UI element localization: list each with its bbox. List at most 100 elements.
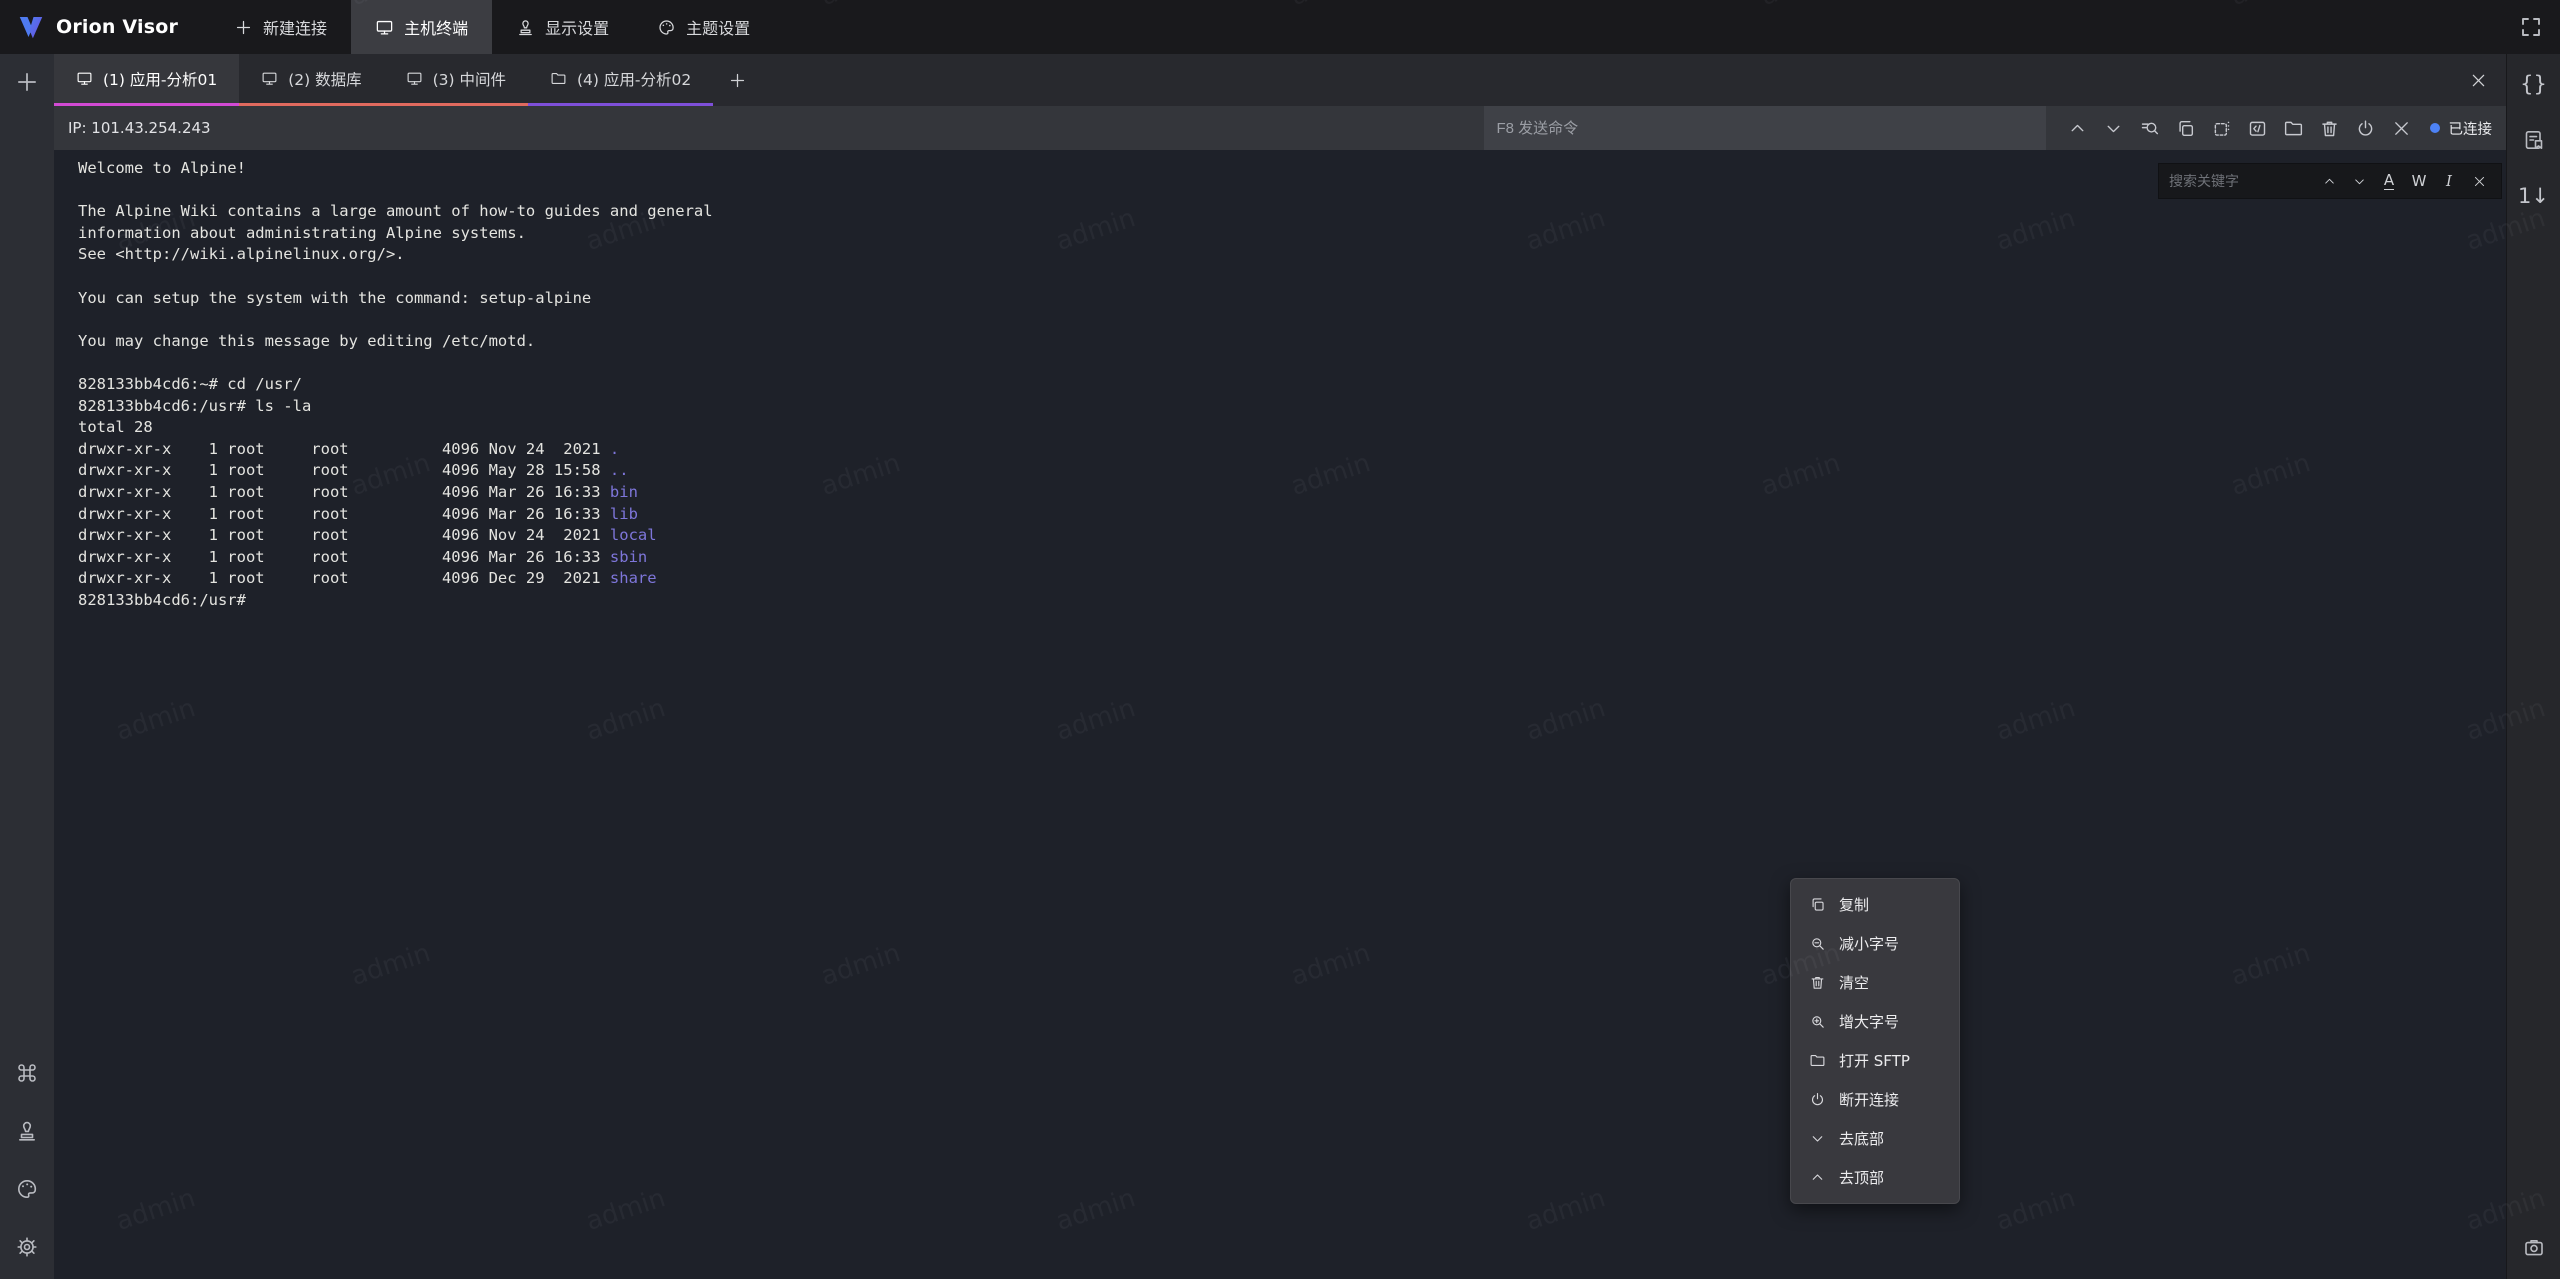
search-button[interactable]	[2132, 110, 2168, 146]
context-menu-item-4[interactable]: 打开 SFTP	[1791, 1041, 1959, 1080]
camera-icon	[2522, 1235, 2546, 1259]
context-menu-item-label: 复制	[1839, 894, 1869, 915]
copy-icon	[2175, 118, 2196, 139]
find-next-button[interactable]	[2347, 169, 2371, 193]
plus-icon	[234, 18, 253, 37]
paste-button[interactable]	[2204, 110, 2240, 146]
context-menu-item-label: 减小字号	[1839, 933, 1899, 954]
disconnect-button[interactable]	[2348, 110, 2384, 146]
menu-item-0[interactable]: 新建连接	[210, 0, 351, 54]
open-sftp-button[interactable]	[2276, 110, 2312, 146]
tab-2[interactable]: (3) 中间件	[384, 54, 528, 106]
fullscreen-icon[interactable]	[2519, 15, 2543, 39]
tab-bar: (1) 应用-分析01 (2) 数据库(3) 中间件 (4) 应用-分析02	[54, 54, 2506, 106]
terminal-context-menu: 复制减小字号清空增大字号打开 SFTP 断开连接去底部去顶部	[1790, 878, 1960, 1204]
match-case-button[interactable]: A	[2377, 169, 2401, 193]
settings-button[interactable]	[13, 1233, 41, 1261]
ip-address-label: IP: 101.43.254.243	[54, 119, 211, 137]
palette-icon	[15, 1177, 39, 1201]
search-lines-icon	[2139, 118, 2160, 139]
chevron-up-icon	[2067, 118, 2088, 139]
chevron-down-icon	[1809, 1130, 1826, 1147]
command-snippet-button[interactable]	[2240, 110, 2276, 146]
doc-bookmark-icon	[2522, 128, 2546, 152]
tab-label: (1) 应用-分析01	[103, 68, 217, 90]
close-all-tabs-button[interactable]	[2450, 54, 2506, 106]
chevron-up-icon	[2322, 174, 2337, 189]
terminal-area[interactable]: Welcome to Alpine! The Alpine Wiki conta…	[54, 150, 2506, 1279]
display-settings-button[interactable]	[13, 1117, 41, 1145]
tab-label: (4) 应用-分析02	[577, 68, 691, 90]
context-menu-item-2[interactable]: 清空	[1791, 963, 1959, 1002]
line-sort-icon: 1↓	[2518, 186, 2549, 207]
context-menu-item-label: 去底部	[1839, 1128, 1884, 1149]
folder-icon	[550, 70, 567, 87]
scroll-to-bottom-button[interactable]	[2096, 110, 2132, 146]
orion-visor-logo-icon	[16, 12, 46, 42]
braces-icon: {}	[2520, 74, 2547, 95]
main-menu: 新建连接主机终端 显示设置主题设置	[210, 0, 774, 54]
paste-icon	[2211, 118, 2232, 139]
clear-button[interactable]	[2312, 110, 2348, 146]
context-menu-item-label: 断开连接	[1839, 1089, 1899, 1110]
terminal-toolbar	[2046, 110, 2426, 146]
plus-icon	[14, 69, 40, 95]
monitor-icon	[76, 70, 93, 87]
right-sidebar: {} 1↓	[2506, 54, 2560, 1279]
app-title: Orion Visor	[56, 16, 178, 38]
power-icon	[2355, 118, 2376, 139]
chevron-down-icon	[2352, 174, 2367, 189]
scroll-to-top-button[interactable]	[2060, 110, 2096, 146]
chevron-down-icon	[2103, 118, 2124, 139]
find-prev-button[interactable]	[2317, 169, 2341, 193]
code-icon	[2247, 118, 2268, 139]
session-bookmark-button[interactable]	[2520, 126, 2548, 154]
send-command-input[interactable]	[1484, 106, 2046, 150]
menu-item-3[interactable]: 主题设置	[633, 0, 774, 54]
terminal-output: Welcome to Alpine! The Alpine Wiki conta…	[54, 150, 2506, 611]
menu-item-2[interactable]: 显示设置	[492, 0, 633, 54]
fullscreen-icon[interactable]	[2517, 13, 2545, 41]
connection-bar: IP: 101.43.254.243 已连接	[54, 106, 2506, 150]
context-menu-item-label: 打开 SFTP	[1839, 1050, 1910, 1071]
context-menu-item-5[interactable]: 断开连接	[1791, 1080, 1959, 1119]
close-button[interactable]	[2467, 169, 2491, 193]
regex-button[interactable]: I	[2437, 169, 2461, 193]
terminal-search-overlay: AWI	[2158, 163, 2502, 199]
folder-icon	[2283, 118, 2304, 139]
status-dot-icon	[2430, 123, 2440, 133]
screenshot-button[interactable]	[2520, 1233, 2548, 1261]
context-menu-item-6[interactable]: 去底部	[1791, 1119, 1959, 1158]
commands-panel-button[interactable]: {}	[2520, 70, 2548, 98]
tab-3[interactable]: (4) 应用-分析02	[528, 54, 713, 106]
plus-icon	[728, 71, 747, 90]
context-menu-item-label: 增大字号	[1839, 1011, 1899, 1032]
monitor-icon	[406, 70, 423, 87]
add-tab-button[interactable]	[713, 54, 761, 106]
context-menu-item-3[interactable]: 增大字号	[1791, 1002, 1959, 1041]
context-menu-item-1[interactable]: 减小字号	[1791, 924, 1959, 963]
close-button[interactable]	[2384, 110, 2420, 146]
theme-settings-button[interactable]	[13, 1175, 41, 1203]
context-menu-item-7[interactable]: 去顶部	[1791, 1158, 1959, 1197]
line-jump-button[interactable]: 1↓	[2520, 182, 2548, 210]
context-menu-item-0[interactable]: 复制	[1791, 885, 1959, 924]
whole-word-button[interactable]: W	[2407, 169, 2431, 193]
tab-0[interactable]: (1) 应用-分析01	[54, 54, 239, 106]
new-tab-button[interactable]	[13, 68, 41, 96]
menu-item-1[interactable]: 主机终端	[351, 0, 492, 54]
app-header: Orion Visor 新建连接主机终端 显示设置主题设置	[0, 0, 2560, 54]
connection-status: 已连接	[2426, 118, 2507, 139]
folder-icon	[1809, 1052, 1826, 1069]
tab-1[interactable]: (2) 数据库	[239, 54, 383, 106]
status-label: 已连接	[2449, 118, 2493, 139]
close-icon	[2469, 71, 2488, 90]
context-menu-item-label: 清空	[1839, 972, 1869, 993]
app-root: Orion Visor 新建连接主机终端 显示设置主题设置 (1) 应用-分析01…	[0, 0, 2560, 1279]
search-input[interactable]	[2169, 173, 2311, 189]
shortcut-keys-button[interactable]	[13, 1059, 41, 1087]
menu-item-label: 新建连接	[263, 15, 327, 39]
logo: Orion Visor	[0, 0, 196, 54]
copy-button[interactable]	[2168, 110, 2204, 146]
menu-item-label: 显示设置	[545, 15, 609, 39]
